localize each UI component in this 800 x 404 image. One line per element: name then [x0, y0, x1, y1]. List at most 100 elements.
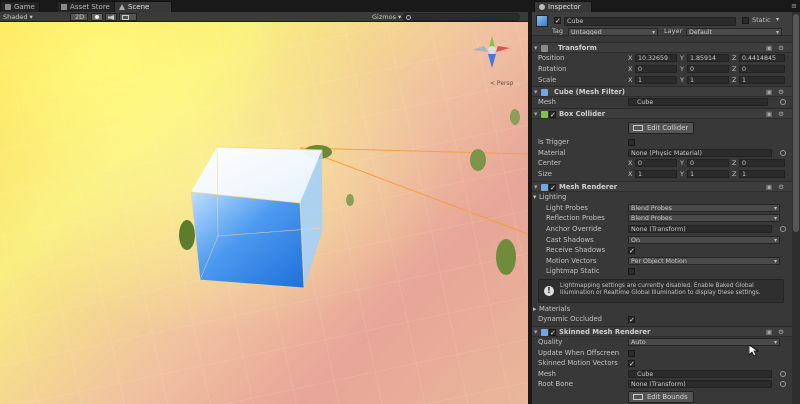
scale-y-field[interactable]: 1: [687, 76, 729, 84]
object-picker-icon[interactable]: [780, 99, 786, 105]
light-probes-dropdown[interactable]: Blend Probes: [628, 204, 780, 212]
tab-game[interactable]: Game: [0, 1, 40, 12]
selected-cube[interactable]: [190, 146, 324, 289]
mesh-renderer-header[interactable]: ▾ ✓ Mesh Renderer ▣ ⚙: [532, 181, 792, 192]
gizmos-dropdown[interactable]: Gizmos ▾: [372, 12, 401, 22]
scale-x-field[interactable]: 1: [635, 76, 677, 84]
reflection-probes-dropdown[interactable]: Blend Probes: [628, 214, 780, 222]
static-checkbox[interactable]: [742, 17, 749, 24]
component-tools-icon[interactable]: ▣ ⚙: [766, 87, 786, 97]
expand-arrow-icon[interactable]: ▾: [534, 182, 537, 192]
transform-header[interactable]: ▾ Transform ▣ ⚙: [532, 42, 792, 53]
panel-menu-icon[interactable]: ≡: [791, 2, 797, 10]
skinned-enabled-checkbox[interactable]: ✓: [549, 329, 556, 337]
size-label: Size: [538, 170, 552, 178]
box-collider-title: Box Collider: [559, 110, 606, 118]
anchor-override-field[interactable]: None (Transform): [628, 225, 772, 233]
tab-scene[interactable]: Scene: [114, 1, 172, 12]
box-collider-enabled-checkbox[interactable]: ✓: [549, 111, 556, 119]
position-y-field[interactable]: 1.85914: [687, 54, 729, 62]
scene-toolbar: Shaded ▾ 2D Gizmos ▾: [0, 12, 528, 22]
skinned-mesh-field[interactable]: Cube: [628, 370, 772, 378]
center-y-field[interactable]: 0: [687, 159, 729, 167]
lighting-foldout[interactable]: ▾ Lighting: [532, 192, 792, 202]
lightmap-static-label: Lightmap Static: [546, 267, 600, 275]
center-x-field[interactable]: 0: [635, 159, 677, 167]
foldout-arrow-icon[interactable]: ▾: [533, 192, 536, 202]
center-z-field[interactable]: 0: [739, 159, 785, 167]
edit-bounds-icon: [633, 125, 643, 131]
material-field[interactable]: None (Physic Material): [628, 149, 772, 157]
component-tools-icon[interactable]: ▣ ⚙: [766, 327, 786, 337]
position-z-field[interactable]: 0.4414845: [739, 54, 785, 62]
effects-dropdown[interactable]: [119, 13, 137, 21]
x-label: X: [628, 76, 633, 84]
object-picker-icon[interactable]: [780, 371, 786, 377]
tag-dropdown[interactable]: Untagged: [568, 28, 658, 36]
mesh-filter-header[interactable]: ▾ Cube (Mesh Filter) ▣ ⚙: [532, 86, 792, 97]
tab-inspector[interactable]: Inspector: [534, 1, 592, 12]
z-label: Z: [732, 65, 737, 73]
mesh-label: Mesh: [538, 98, 556, 106]
transform-icon: [541, 45, 548, 52]
transform-title: Transform: [558, 44, 597, 52]
z-label: Z: [732, 76, 737, 84]
receive-shadows-label: Receive Shadows: [546, 246, 606, 254]
rotation-z-field[interactable]: 0: [739, 65, 785, 73]
component-tools-icon[interactable]: ▣ ⚙: [766, 43, 786, 53]
root-bone-field[interactable]: None (Transform): [628, 380, 772, 388]
expand-arrow-icon[interactable]: ▾: [534, 327, 537, 337]
lighting-toggle[interactable]: [91, 13, 103, 21]
size-y-field[interactable]: 1: [687, 170, 729, 178]
y-label: Y: [680, 170, 684, 178]
mode-2d-label: 2D: [75, 13, 85, 21]
perspective-label[interactable]: < Persp: [490, 80, 513, 87]
shading-mode-label: Shaded: [3, 13, 28, 21]
receive-shadows-checkbox[interactable]: ✓: [628, 246, 635, 254]
x-label: X: [628, 170, 633, 178]
foldout-arrow-icon[interactable]: ▸: [533, 304, 536, 314]
object-picker-icon[interactable]: [780, 150, 786, 156]
size-x-field[interactable]: 1: [635, 170, 677, 178]
expand-arrow-icon[interactable]: ▾: [534, 87, 537, 97]
mesh-renderer-enabled-checkbox[interactable]: ✓: [549, 184, 556, 192]
scene-viewport[interactable]: < Persp: [0, 22, 528, 404]
expand-arrow-icon[interactable]: ▾: [534, 43, 537, 53]
edit-collider-button[interactable]: Edit Collider: [628, 122, 694, 134]
component-tools-icon[interactable]: ▣ ⚙: [766, 109, 786, 119]
scale-z-field[interactable]: 1: [739, 76, 785, 84]
dynamic-occluded-checkbox[interactable]: ✓: [628, 315, 635, 323]
layer-dropdown[interactable]: Default: [686, 28, 782, 36]
box-collider-header[interactable]: ▾ ✓ Box Collider ▣ ⚙: [532, 108, 792, 119]
rotation-x-field[interactable]: 0: [635, 65, 677, 73]
object-name-input[interactable]: Cube: [564, 17, 736, 26]
inspector-scrollbar-thumb[interactable]: [793, 14, 799, 232]
edit-bounds-button[interactable]: Edit Bounds: [628, 391, 694, 403]
size-z-field[interactable]: 1: [739, 170, 785, 178]
object-picker-icon[interactable]: [780, 226, 786, 232]
shading-mode-dropdown[interactable]: Shaded ▾: [3, 12, 33, 22]
component-tools-icon[interactable]: ▣ ⚙: [766, 182, 786, 192]
audio-toggle[interactable]: [105, 13, 117, 21]
scene-search-input[interactable]: [402, 13, 520, 21]
static-dropdown-icon[interactable]: ▾: [776, 16, 779, 23]
update-offscreen-checkbox[interactable]: [628, 349, 635, 357]
is-trigger-row: Is Trigger: [532, 137, 792, 147]
skinned-motion-vectors-checkbox[interactable]: ✓: [628, 359, 635, 367]
y-label: Y: [680, 159, 684, 167]
mesh-field[interactable]: Cube: [628, 98, 768, 106]
y-label: Y: [680, 76, 684, 84]
rotation-y-field[interactable]: 0: [687, 65, 729, 73]
active-checkbox[interactable]: ✓: [554, 17, 561, 25]
expand-arrow-icon[interactable]: ▾: [534, 109, 537, 119]
edit-collider-label: Edit Collider: [647, 124, 689, 132]
is-trigger-checkbox[interactable]: [628, 138, 635, 146]
materials-foldout[interactable]: ▸ Materials: [532, 304, 792, 314]
lightmap-static-checkbox[interactable]: [628, 267, 635, 275]
object-picker-icon[interactable]: [780, 381, 786, 387]
position-x-field[interactable]: 10.32659: [635, 54, 677, 62]
cast-shadows-dropdown[interactable]: On: [628, 236, 780, 244]
motion-vectors-dropdown[interactable]: Per Object Motion: [628, 257, 780, 265]
skinned-mesh-renderer-header[interactable]: ▾ ✓ Skinned Mesh Renderer ▣ ⚙: [532, 326, 792, 337]
tab-asset-store[interactable]: Asset Store: [56, 1, 115, 12]
